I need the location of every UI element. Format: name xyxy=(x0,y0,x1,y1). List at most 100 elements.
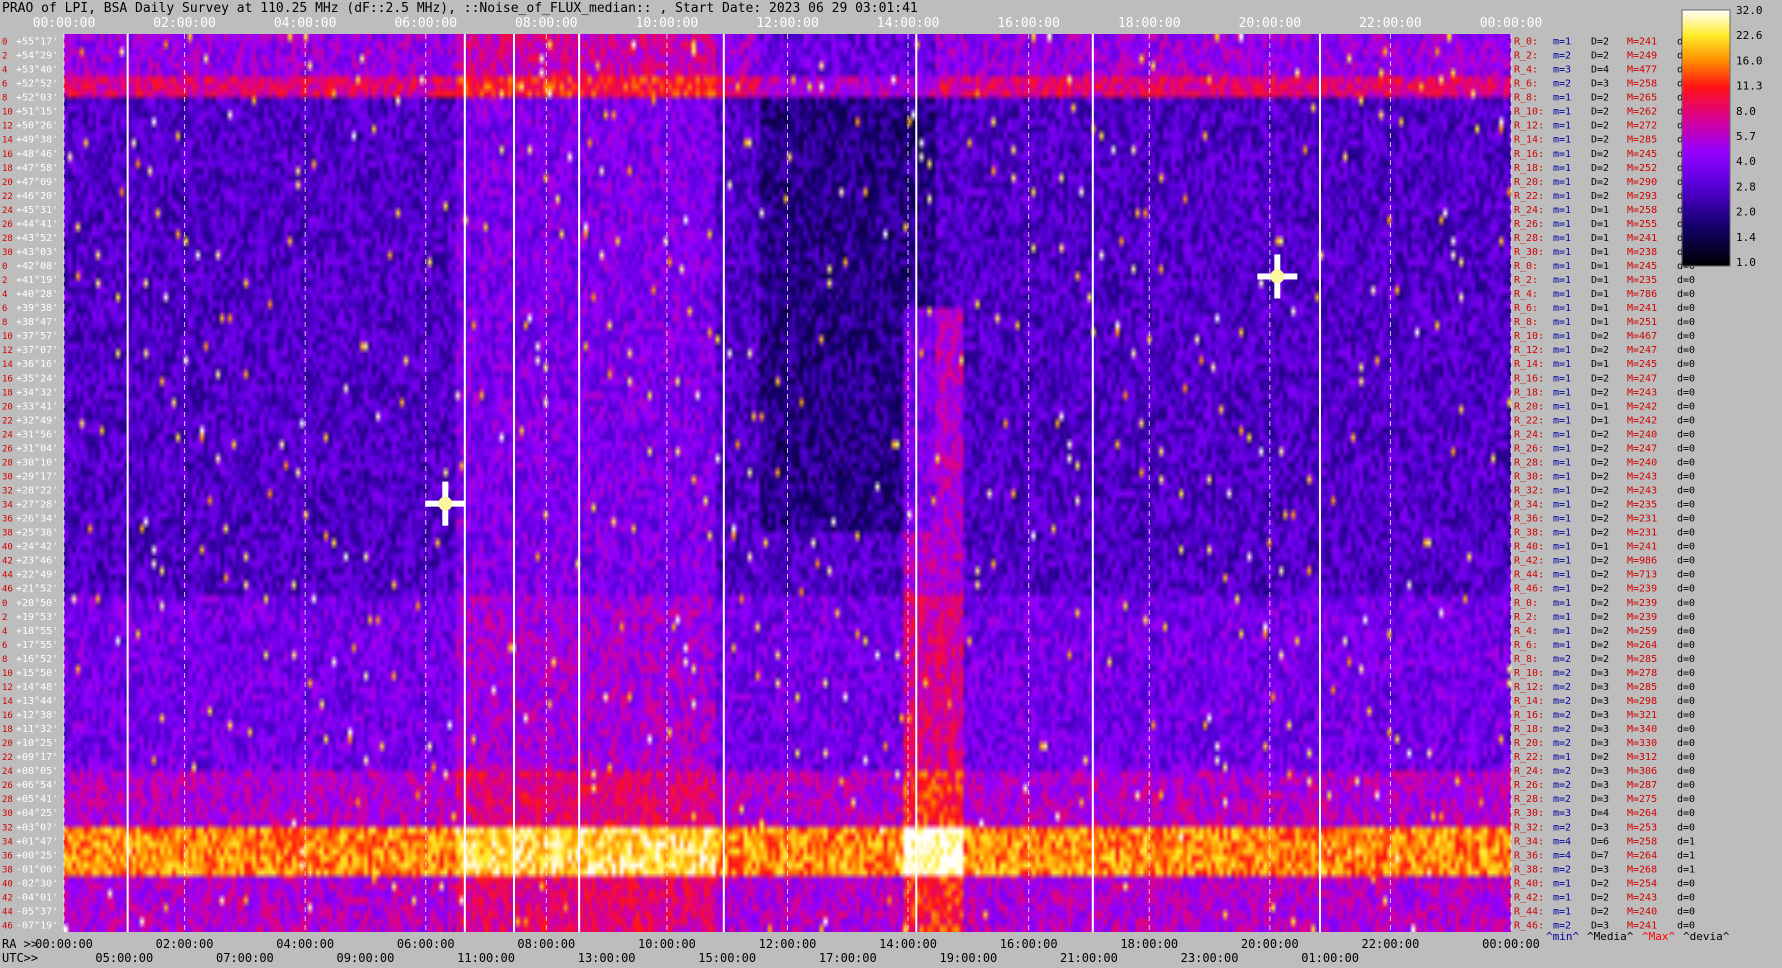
stat-beam: R_8: xyxy=(1514,654,1538,665)
stat-dev: d=0 xyxy=(1677,387,1695,398)
stat-max: M=235 xyxy=(1627,275,1657,286)
y-beam-index-label: 22 xyxy=(2,753,13,763)
y-dec-tick-label: +00°25' xyxy=(16,850,58,861)
y-dec-tick-label: +46°20' xyxy=(16,191,58,202)
stat-dev: d=0 xyxy=(1677,598,1695,609)
stat-beam: R_14: xyxy=(1514,696,1544,707)
y-dec-tick-label: +32°49' xyxy=(16,415,58,426)
stat-dev: d=0 xyxy=(1677,766,1695,777)
stat-row: R_18: m=1 D=2 M=243 d=0 xyxy=(1514,387,1695,398)
y-beam-index-label: 30 xyxy=(2,472,13,482)
y-dec-tick-label: -01°00' xyxy=(16,864,58,875)
y-dec-tick-label: +48°46' xyxy=(16,149,58,160)
y-dec-tick-label: -04°01' xyxy=(16,892,58,903)
stat-min: m=4 xyxy=(1553,836,1571,847)
stat-median: D=7 xyxy=(1591,850,1609,861)
stat-median: D=2 xyxy=(1591,500,1609,511)
y-dec-tick-label: +54°29' xyxy=(16,51,58,62)
y-beam-index-label: 10 xyxy=(2,669,13,679)
stat-row: R_10: m=2 D=3 M=278 d=0 xyxy=(1514,668,1695,679)
stat-max: M=238 xyxy=(1627,247,1657,258)
stat-dev: d=0 xyxy=(1677,724,1695,735)
y-dec-tick-label: +31°56' xyxy=(16,429,58,440)
y-beam-index-label: 26 xyxy=(2,781,13,791)
colorbar-tick-label: 32.0 xyxy=(1736,4,1763,17)
stat-row: R_2:m=2D=2M=249d=0 xyxy=(1514,51,1695,62)
stat-median: D=4 xyxy=(1591,65,1609,76)
stat-beam: R_4: xyxy=(1514,65,1538,76)
y-dec-tick-label: +55°17' xyxy=(16,37,58,48)
x-top-tick-label: 00:00:00 xyxy=(33,16,96,31)
x-bottom-utc-tick-label: 13:00:00 xyxy=(578,951,636,965)
x-bottom-ra-tick-label: 04:00:00 xyxy=(276,937,334,951)
y-beam-index-label: 36 xyxy=(2,515,13,525)
stat-median: D=2 xyxy=(1591,37,1609,48)
stat-min: m=1 xyxy=(1553,331,1571,342)
y-beam-index-label: 18 xyxy=(2,725,13,735)
stat-min: m=1 xyxy=(1553,247,1571,258)
stat-beam: R_4: xyxy=(1514,289,1538,300)
stat-min: m=1 xyxy=(1553,556,1571,567)
y-beam-index-label: 0 xyxy=(2,599,7,609)
x-bottom-ra-tick-label: 18:00:00 xyxy=(1120,937,1178,951)
x-top-tick-label: 00:00:00 xyxy=(1480,16,1543,31)
stat-max: M=240 xyxy=(1627,429,1657,440)
stat-row: R_16: m=1 D=2 M=247 d=0 xyxy=(1514,373,1695,384)
stat-min: m=1 xyxy=(1553,471,1571,482)
stat-beam: R_14: xyxy=(1514,135,1544,146)
stat-median: D=3 xyxy=(1591,780,1609,791)
stat-dev: d=0 xyxy=(1677,514,1695,525)
stat-min: m=1 xyxy=(1553,443,1571,454)
stat-median: D=2 xyxy=(1591,429,1609,440)
stat-row: R_20: m=2 D=3 M=330 d=0 xyxy=(1514,738,1695,749)
y-beam-index-label: 12 xyxy=(2,346,13,356)
y-dec-tick-label: +22°49' xyxy=(16,570,58,581)
stat-dev: d=1 xyxy=(1677,850,1695,861)
stat-row: R_10: m=1 D=2 M=467 d=0 xyxy=(1514,331,1695,342)
stat-min: m=1 xyxy=(1553,93,1571,104)
stat-beam: R_22: xyxy=(1514,415,1544,426)
x-top-tick-label: 18:00:00 xyxy=(1118,16,1181,31)
y-dec-tick-label: +37°57' xyxy=(16,331,58,342)
y-beam-index-label: 4 xyxy=(2,290,7,300)
survey-chart: 00:00:00 00:00:00 02:00:00 02:00:00 04:00:00… xyxy=(2,4,1763,965)
stat-row: R_26:m=1D=1M=255d= xyxy=(1514,219,1689,230)
x-bottom-ra-tick-label: 06:00:00 xyxy=(397,937,455,951)
stat-row: R_18:m=1D=2M=252d= xyxy=(1514,163,1689,174)
x-bottom-ra-tick-label: 00:00:00 xyxy=(35,937,93,951)
stat-beam: R_32: xyxy=(1514,486,1544,497)
stat-max: M=265 xyxy=(1627,93,1657,104)
stat-min: m=2 xyxy=(1553,724,1571,735)
y-beam-index-label: 40 xyxy=(2,543,13,553)
y-beam-index-label: 32 xyxy=(2,823,13,833)
stat-dev: d=0 xyxy=(1677,317,1695,328)
stat-max: M=243 xyxy=(1627,486,1657,497)
stat-max: M=239 xyxy=(1627,584,1657,595)
y-dec-tick-label: +47°09' xyxy=(16,177,58,188)
stat-beam: R_26: xyxy=(1514,219,1544,230)
y-beam-index-label: 46 xyxy=(2,921,13,931)
stat-beam: R_44: xyxy=(1514,906,1544,917)
stat-beam: R_12: xyxy=(1514,682,1544,693)
stat-beam: R_40: xyxy=(1514,878,1544,889)
y-beam-index-label: 14 xyxy=(2,697,13,707)
stat-max: M=241 xyxy=(1627,233,1657,244)
stat-median: D=2 xyxy=(1591,878,1609,889)
y-dec-tick-label: +23°46' xyxy=(16,556,58,567)
stat-median: D=2 xyxy=(1591,570,1609,581)
stat-dev: d=0 xyxy=(1677,486,1695,497)
x-top-tick-label: 06:00:00 xyxy=(394,16,457,31)
stat-row: R_6: m=1 D=1 M=241 d=0 xyxy=(1514,303,1695,314)
stat-median: D=3 xyxy=(1591,668,1609,679)
stat-row: R_22: m=1 D=1 M=242 d=0 xyxy=(1514,415,1695,426)
y-beam-index-label: 10 xyxy=(2,332,13,342)
y-dec-tick-label: +43°52' xyxy=(16,233,58,244)
stat-max: M=247 xyxy=(1627,373,1657,384)
stat-max: M=255 xyxy=(1627,219,1657,230)
y-beam-index-label: 26 xyxy=(2,444,13,454)
y-beam-index-label: 24 xyxy=(2,206,13,216)
y-dec-tick-label: +09°17' xyxy=(16,752,58,763)
stat-beam: R_20: xyxy=(1514,738,1544,749)
y-beam-index-label: 10 xyxy=(2,108,13,118)
stat-median: D=2 xyxy=(1591,640,1609,651)
